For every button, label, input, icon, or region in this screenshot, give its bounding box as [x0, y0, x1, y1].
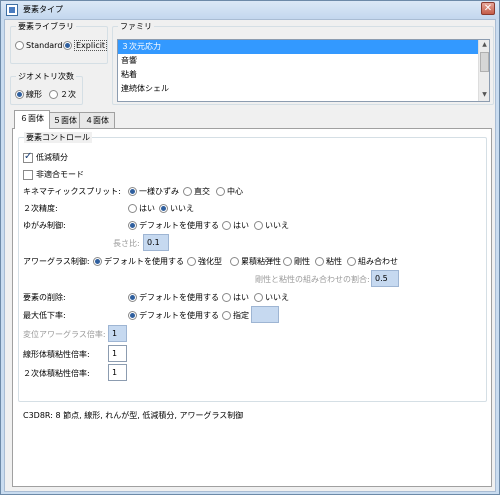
linear-bulk-viscosity-label: 線形体積粘性倍率:: [23, 350, 90, 359]
family-listbox[interactable]: ３次元応力 音響 粘着 連続体シェル ▲ ▼: [117, 39, 490, 102]
radio-del-default[interactable]: デフォルトを使用する: [128, 292, 219, 303]
max-degradation-label: 最大低下率:: [23, 311, 66, 320]
radio-md-specify[interactable]: 指定: [222, 310, 249, 321]
length-ratio-label: 長さ比:: [113, 239, 140, 248]
family-item-3d-stress[interactable]: ３次元応力: [118, 40, 489, 54]
radio-del-yes[interactable]: はい: [222, 292, 249, 303]
radio-indicator: [63, 41, 72, 50]
scroll-up-icon[interactable]: ▲: [480, 41, 489, 50]
incompatible-modes-checkbox[interactable]: 非適合モード: [23, 169, 84, 180]
max-degradation-input[interactable]: [251, 306, 279, 323]
displacement-hourglass-scale-label: 変位アワーグラス倍率:: [23, 330, 106, 339]
element-deletion-label: 要素の削除:: [23, 293, 66, 302]
element-library-legend: 要素ライブラリ: [16, 21, 76, 32]
family-item-continuum-shell[interactable]: 連続体シェル: [118, 82, 489, 96]
radio-quadratic[interactable]: ２次: [49, 89, 76, 100]
radio-linear[interactable]: 線形: [15, 89, 42, 100]
radio-hg-relax-stiffness[interactable]: 累積粘弾性: [230, 256, 281, 267]
hourglass-control-label: アワーグラス制御:: [23, 257, 90, 266]
window-title: 要素タイプ: [23, 5, 63, 14]
radio-dc-default[interactable]: デフォルトを使用する: [128, 220, 219, 231]
radio-dc-no[interactable]: いいえ: [254, 220, 289, 231]
radio-md-default[interactable]: デフォルトを使用する: [128, 310, 219, 321]
kinematic-split-label: キネマティックスプリット:: [23, 187, 121, 196]
radio-uniform-strain[interactable]: 一様ひずみ: [128, 186, 179, 197]
radio-hg-enhanced[interactable]: 強化型: [187, 256, 222, 267]
radio-standard[interactable]: Standard: [15, 41, 62, 50]
element-controls-group: 要素コントロール: [18, 132, 487, 402]
quadratic-bulk-viscosity-input[interactable]: 1: [108, 364, 127, 381]
element-library-group: 要素ライブラリ Standard Explicit: [10, 21, 108, 64]
family-legend: ファミリ: [118, 21, 154, 32]
geometric-order-legend: ジオメトリ次数: [16, 71, 76, 82]
app-icon: [6, 4, 18, 16]
tab-panel: 要素コントロール 低減積分 非適合モード キネマティックスプリット: 一様ひずみ…: [12, 128, 492, 487]
checkbox-indicator: [23, 169, 33, 180]
radio-indicator: [15, 41, 24, 50]
radio-dc-yes[interactable]: はい: [222, 220, 249, 231]
radio-del-no[interactable]: いいえ: [254, 292, 289, 303]
stiffness-viscosity-ratio-input[interactable]: 0.5: [371, 270, 399, 287]
tab-hex[interactable]: ６面体: [14, 110, 50, 129]
radio-centroid[interactable]: 中心: [216, 186, 243, 197]
radio-soa-no[interactable]: いいえ: [159, 203, 194, 214]
second-order-accuracy-label: ２次精度:: [23, 204, 58, 213]
scroll-thumb[interactable]: [480, 52, 489, 72]
radio-soa-yes[interactable]: はい: [128, 203, 155, 214]
linear-bulk-viscosity-input[interactable]: 1: [108, 345, 127, 362]
title-bar[interactable]: 要素タイプ ✕: [1, 1, 499, 19]
dialog-window: 要素タイプ ✕ 要素ライブラリ Standard Explicit ジオメトリ次…: [0, 0, 500, 495]
tab-tet[interactable]: ４面体: [79, 112, 115, 128]
radio-explicit[interactable]: Explicit: [63, 40, 108, 51]
distortion-control-label: ゆがみ制御:: [23, 221, 66, 230]
dialog-body: 要素ライブラリ Standard Explicit ジオメトリ次数 線形 ２次 …: [4, 19, 496, 492]
geometric-order-group: ジオメトリ次数 線形 ２次: [10, 71, 83, 105]
close-button[interactable]: ✕: [481, 2, 495, 15]
radio-hg-combined[interactable]: 組み合わせ: [347, 256, 398, 267]
radio-indicator: [15, 90, 24, 99]
displacement-hourglass-scale-input[interactable]: 1: [108, 325, 127, 342]
radio-hg-viscous[interactable]: 粘性: [315, 256, 342, 267]
element-controls-legend: 要素コントロール: [24, 132, 92, 143]
family-scrollbar[interactable]: ▲ ▼: [478, 40, 489, 101]
radio-orthogonal[interactable]: 直交: [183, 186, 210, 197]
quadratic-bulk-viscosity-label: ２次体積粘性倍率:: [23, 369, 90, 378]
radio-hg-stiffness[interactable]: 剛性: [283, 256, 310, 267]
length-ratio-input[interactable]: 0.1: [143, 234, 169, 251]
element-description: C3D8R: 8 節点, 線形, れんが型, 低減積分, アワーグラス制御: [23, 411, 244, 420]
reduced-integration-checkbox[interactable]: 低減積分: [23, 151, 68, 163]
tab-wedge[interactable]: ５面体: [47, 112, 83, 128]
radio-hg-default[interactable]: デフォルトを使用する: [93, 256, 184, 267]
radio-indicator: [49, 90, 58, 99]
stiffness-viscosity-ratio-label: 剛性と粘性の組み合わせの割合:: [255, 275, 370, 284]
family-item-cohesive[interactable]: 粘着: [118, 68, 489, 82]
checkbox-indicator: [23, 151, 33, 163]
family-item-acoustic[interactable]: 音響: [118, 54, 489, 68]
scroll-down-icon[interactable]: ▼: [480, 91, 489, 100]
